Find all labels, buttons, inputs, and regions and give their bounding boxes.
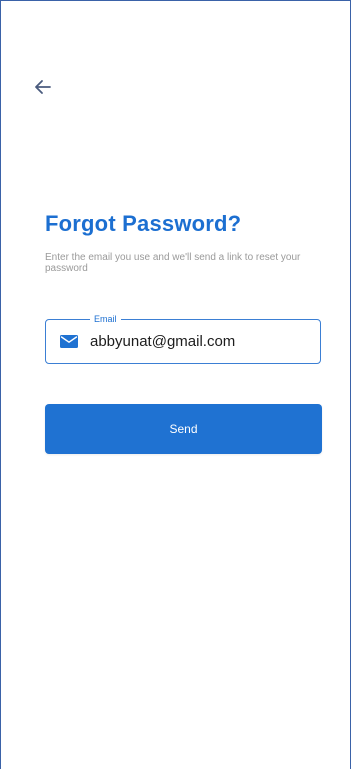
email-field-label: Email	[90, 313, 121, 325]
arrow-left-icon	[35, 80, 51, 94]
page-subtitle: Enter the email you use and we'll send a…	[45, 252, 301, 274]
page-title: Forgot Password?	[45, 211, 242, 236]
mail-icon	[60, 335, 78, 348]
email-input[interactable]	[90, 329, 310, 353]
app-screen: Forgot Password? Enter the email you use…	[0, 0, 351, 769]
email-field[interactable]: Email	[45, 313, 321, 364]
back-button[interactable]	[29, 73, 57, 101]
send-button[interactable]: Send	[45, 404, 322, 454]
